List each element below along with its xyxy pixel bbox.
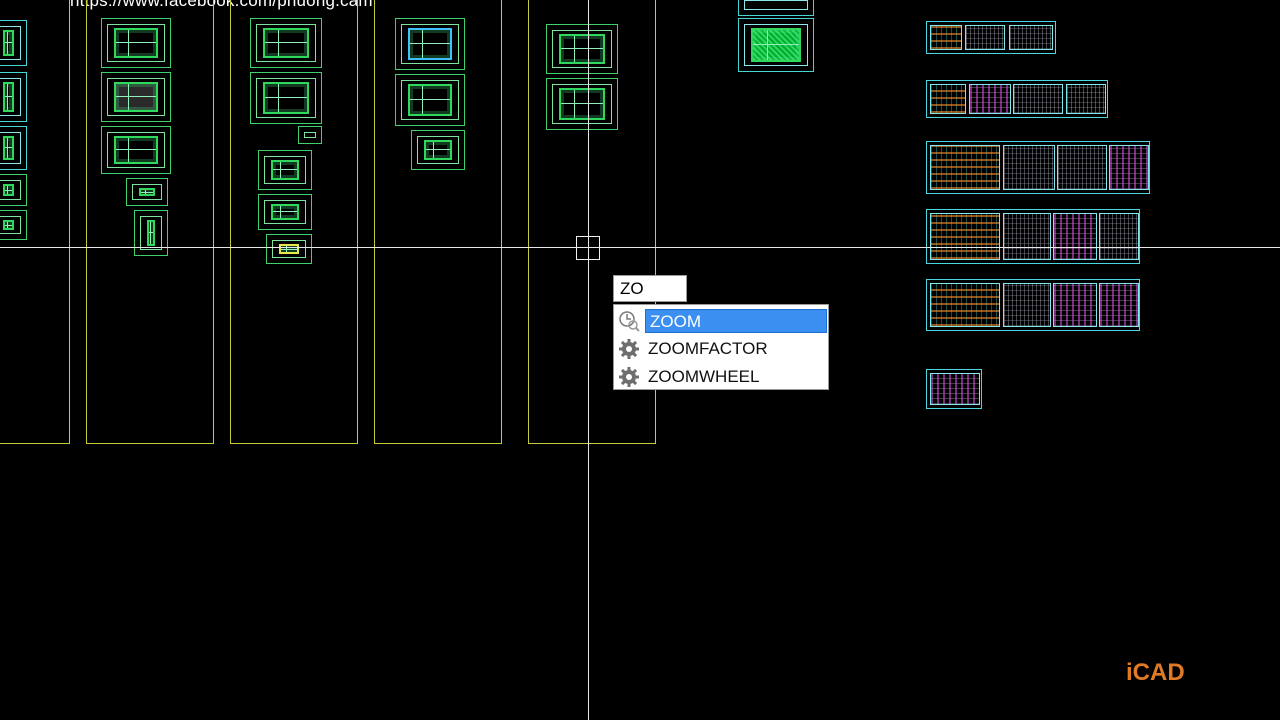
drawing-sheet[interactable] (0, 20, 27, 66)
sheet-strip[interactable] (926, 141, 1150, 194)
gear-icon (618, 366, 640, 388)
drawing-sheet[interactable] (101, 18, 171, 68)
suggestion-label: ZOOMFACTOR (648, 339, 768, 358)
suggestion-label: ZOOM (645, 309, 827, 333)
sheet-strip[interactable] (926, 21, 1056, 54)
drawing-sheet[interactable] (0, 126, 27, 170)
clock-icon (618, 310, 640, 332)
drawing-sheet[interactable] (134, 210, 168, 256)
drawing-sheet[interactable] (101, 126, 171, 174)
sheet-strip[interactable] (926, 369, 982, 409)
drawing-sheet[interactable] (411, 130, 465, 170)
drawing-sheet[interactable] (738, 0, 814, 16)
sheet-strip[interactable] (926, 80, 1108, 118)
drawing-sheet[interactable] (0, 174, 27, 206)
drawing-sheet[interactable] (101, 72, 171, 122)
drawing-sheet[interactable] (395, 18, 465, 70)
drawing-sheet[interactable] (258, 150, 312, 190)
drawing-sheet[interactable] (126, 178, 168, 206)
command-input[interactable]: ZO (613, 275, 687, 302)
drawing-sheet[interactable] (546, 24, 618, 74)
drawing-sheet[interactable] (266, 234, 312, 264)
drawing-sheet[interactable] (250, 18, 322, 68)
sheet-strip[interactable] (926, 209, 1140, 264)
drawing-sheet[interactable] (0, 210, 27, 240)
drawing-sheet[interactable] (258, 194, 312, 230)
drawing-sheet[interactable] (298, 126, 322, 144)
crosshair-vertical (588, 0, 589, 720)
drawing-sheet[interactable] (738, 18, 814, 72)
drawing-canvas[interactable]: https://www.facebook.com/phuong.cam ZO Z… (0, 0, 1280, 720)
drawing-sheet[interactable] (0, 72, 27, 122)
crosshair-horizontal (0, 247, 1280, 248)
cursor-pickbox (576, 236, 600, 260)
drawing-sheet[interactable] (250, 72, 322, 124)
brand-logo-text: iCAD (1126, 659, 1185, 686)
drawing-sheet[interactable] (546, 78, 618, 130)
command-autocomplete-list: ZOOM ZOOMFACTOR ZOOMWHEEL (613, 304, 829, 390)
sheet-strip[interactable] (926, 279, 1140, 331)
suggestion-zoomwheel[interactable]: ZOOMWHEEL (614, 363, 828, 389)
suggestion-label: ZOOMWHEEL (648, 367, 760, 386)
suggestion-zoomfactor[interactable]: ZOOMFACTOR (614, 335, 828, 361)
suggestion-zoom[interactable]: ZOOM (614, 307, 828, 333)
drawing-sheet[interactable] (395, 74, 465, 126)
gear-icon (618, 338, 640, 360)
